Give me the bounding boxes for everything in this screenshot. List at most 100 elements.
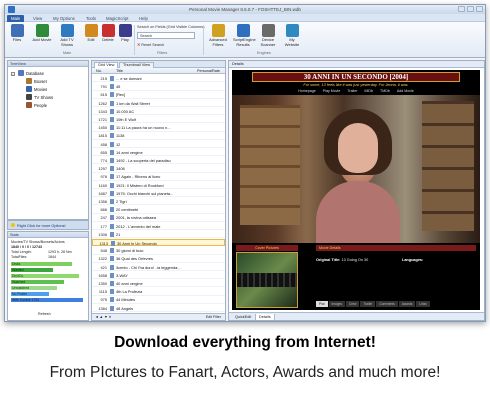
- files-button[interactable]: Files: [7, 24, 27, 50]
- table-row[interactable]: 1658 3-WAY: [92, 272, 225, 280]
- subtab-crew[interactable]: Crew: [345, 301, 360, 307]
- table-row[interactable]: 774 1492 - La scoperta del paradiso: [92, 157, 225, 165]
- scanner-icon: [261, 24, 275, 37]
- tree-item-tv-shows[interactable]: TV Shows: [26, 94, 53, 100]
- table-row[interactable]: 976 17 Again - Ritorno al liceo: [92, 173, 225, 181]
- table-row[interactable]: 247 2001, la rovina odissea: [92, 214, 225, 222]
- minimize-button[interactable]: [458, 6, 465, 12]
- row-title: 1408: [116, 166, 125, 172]
- table-row[interactable]: 1115 4th La Profezia: [92, 288, 225, 296]
- cover-image[interactable]: [236, 252, 298, 308]
- tree-expander[interactable]: −: [11, 72, 15, 76]
- table-row[interactable]: 1322 36 Quai des Orfevres: [92, 255, 225, 263]
- files-icon: [10, 24, 24, 37]
- files-label: Files: [12, 37, 22, 42]
- link-trailer[interactable]: Trailer: [347, 89, 357, 93]
- table-row[interactable]: 615 [Rec]: [92, 91, 225, 99]
- column-no[interactable]: No.: [96, 69, 102, 73]
- stat-bar: With Covers 1704: [11, 298, 84, 302]
- table-row[interactable]: 1313 30 Anni In Un Secondo: [92, 239, 225, 247]
- link-add-movie[interactable]: Add Movie: [397, 89, 414, 93]
- table-row[interactable]: 1384 48 Angels: [92, 305, 225, 312]
- table-row[interactable]: 548 30 giorni di buio: [92, 247, 225, 255]
- table-row[interactable]: 1815 1138: [92, 132, 225, 140]
- movie-icon: [110, 231, 114, 237]
- device-scanner-button[interactable]: Device Scanner: [258, 24, 278, 50]
- refresh-link[interactable]: Refresh: [38, 312, 51, 316]
- movie-icon: [110, 149, 114, 155]
- table-row[interactable]: 1721 10th E Wolf: [92, 116, 225, 124]
- table-row[interactable]: 1262 1 km da Wall Street: [92, 100, 225, 107]
- movie-icon: [110, 141, 114, 147]
- subtab-comments[interactable]: Comments: [376, 301, 398, 307]
- tree-item-database[interactable]: Database: [18, 70, 44, 76]
- table-row[interactable]: 215 ... e se domani: [92, 75, 225, 83]
- table-row[interactable]: 791 45: [92, 83, 225, 91]
- row-number: 1721: [98, 117, 107, 122]
- my-website-button[interactable]: My Website: [282, 24, 302, 50]
- search-input[interactable]: Search: [137, 32, 195, 39]
- menu-tab-view[interactable]: View: [29, 15, 46, 22]
- window-title: Personal Movie Manager 8.6.0.7 - FOSHTTE…: [189, 7, 301, 12]
- subtab-awards[interactable]: Awards: [398, 301, 416, 307]
- menu-tab-main[interactable]: Main: [7, 15, 25, 22]
- link-homepage[interactable]: Homepage: [298, 89, 316, 93]
- maximize-button[interactable]: [467, 6, 474, 12]
- row-number: 1297: [98, 166, 107, 172]
- tree-item-boxset[interactable]: Boxset: [26, 78, 47, 84]
- table-row[interactable]: 1687 1975: Occhi bianchi sul pianeta...: [92, 190, 225, 198]
- link-play-movie[interactable]: Play Movie: [323, 89, 341, 93]
- globe-icon: [285, 24, 299, 37]
- advanced-filters-button[interactable]: Advanced Filters: [208, 24, 228, 50]
- close-button[interactable]: [476, 6, 483, 12]
- column-personal-rate[interactable]: PersonalRate: [197, 69, 220, 73]
- tab-quickedit[interactable]: QuickEdit: [232, 314, 254, 320]
- subtab-links[interactable]: Links: [416, 301, 430, 307]
- subtab-plot[interactable]: Plot: [316, 301, 328, 307]
- tree-item-movies[interactable]: Movies: [26, 86, 47, 92]
- table-row[interactable]: 421 3cento - Chi l'ha duro! ..la leggenda…: [92, 264, 225, 271]
- table-row[interactable]: 1343 10.000 AC: [92, 108, 225, 116]
- link-tmdb[interactable]: TMDb: [380, 89, 390, 93]
- row-title: 36 Quai des Orfevres: [116, 256, 153, 262]
- people-icon: [26, 102, 32, 108]
- table-row[interactable]: 1160 1921: Il Mistero di Rookford: [92, 182, 225, 189]
- movie-icon: [110, 207, 114, 213]
- grid-nav-icons[interactable]: ◄ ▲ ▼ ✕: [95, 315, 112, 319]
- edit-filter-link[interactable]: Edit Filter: [206, 315, 221, 319]
- scriptengine-results-button[interactable]: ScriptEngine Results: [233, 24, 256, 50]
- row-number: 247: [100, 215, 108, 221]
- add-movie-button[interactable]: Add Movie: [32, 24, 52, 50]
- play-button[interactable]: Play: [115, 24, 135, 50]
- table-row[interactable]: 975 44 Minutes: [92, 296, 225, 304]
- menu-tab-help[interactable]: Help: [135, 15, 152, 22]
- tree-item-people[interactable]: People: [26, 102, 47, 108]
- table-row[interactable]: 1306 21: [92, 231, 225, 239]
- table-row[interactable]: 1450 11:11 La paura ha un nuovo n...: [92, 124, 225, 132]
- right-click-options-bar[interactable]: Right Click for more Options!: [7, 220, 89, 230]
- stats-title: Stats: [8, 232, 88, 238]
- movie-icon: [110, 158, 114, 163]
- filter-icon: [211, 24, 225, 37]
- column-title[interactable]: Title: [116, 69, 123, 73]
- table-row[interactable]: 1356 2 Tigri: [92, 198, 225, 206]
- menu-tab-magicscript[interactable]: MagicScript: [102, 15, 132, 22]
- subtab-trailer[interactable]: Trailer: [360, 301, 376, 307]
- table-row[interactable]: 1350 40 anni vergine: [92, 280, 225, 288]
- link-imdb[interactable]: IMDb: [364, 89, 373, 93]
- table-row[interactable]: 458 12: [92, 141, 225, 148]
- table-row[interactable]: 177 2012 - L'avvento del male: [92, 223, 225, 230]
- original-title-label: Original Title:: [316, 258, 341, 262]
- menu-tab-my-options[interactable]: My Options: [49, 15, 79, 22]
- add-tv-shows-button[interactable]: Add TV Shows: [57, 24, 77, 50]
- reset-search-button[interactable]: ✕ Reset Search: [137, 42, 164, 47]
- table-row[interactable]: 1297 1408: [92, 165, 225, 173]
- menu-tab-tools[interactable]: Tools: [82, 15, 100, 22]
- tab-details[interactable]: Details: [255, 314, 275, 320]
- movie-icon: [110, 76, 114, 81]
- caption-subline: From PIctures to Fanart, Actors, Awards …: [49, 364, 441, 381]
- table-row[interactable]: 655 14 anni vergine: [92, 149, 225, 157]
- subtab-images[interactable]: Images: [328, 301, 345, 307]
- row-title: 44 Minutes: [116, 297, 136, 303]
- table-row[interactable]: 666 20 centimetri: [92, 206, 225, 214]
